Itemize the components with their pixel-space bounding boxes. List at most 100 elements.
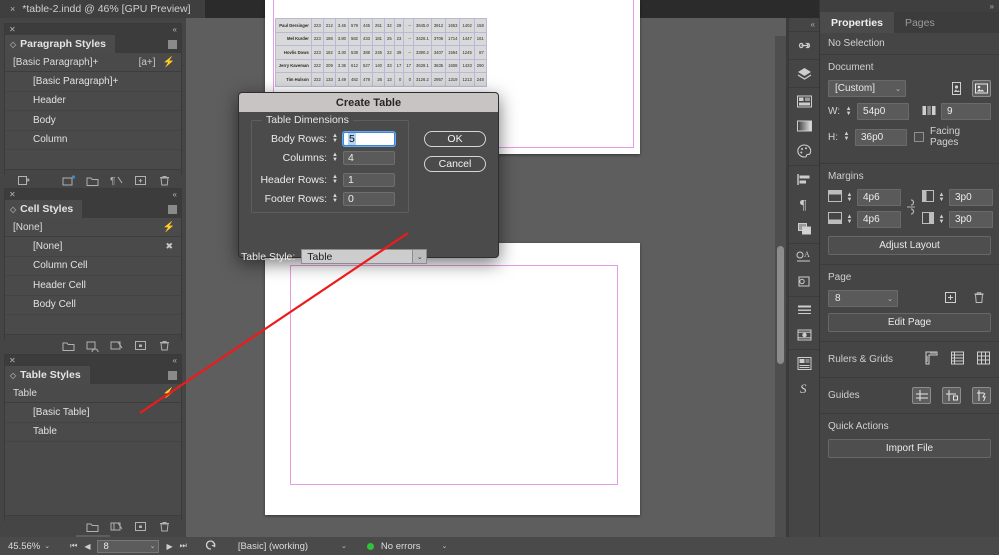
baseline-grid-icon[interactable] [950,351,965,368]
cell-styles-list[interactable]: [None] ✖ Column Cell Header Cell Body Ce… [5,237,181,315]
cancel-button[interactable]: Cancel [424,156,486,172]
width-stepper[interactable]: ▲▼ [844,104,853,119]
columns-input[interactable]: 4 [343,151,395,165]
margin-bottom-stepper[interactable]: ▲▼ [845,212,854,227]
panel-menu-icon[interactable] [168,40,177,49]
panel-menu-icon[interactable] [168,371,177,380]
properties-collapse-icon[interactable]: » [820,0,999,12]
close-icon[interactable]: ✕ [9,356,16,365]
footer-rows-input[interactable]: 0 [343,192,395,206]
pathfinder-icon[interactable] [795,220,813,238]
chevron-down-icon[interactable]: ⌄ [413,249,427,264]
delete-style-icon[interactable] [158,339,171,352]
tab-properties[interactable]: Properties [820,12,894,33]
new-group-icon[interactable] [62,339,75,352]
table-style-select[interactable]: Table [301,249,413,264]
links-icon[interactable] [795,36,813,54]
columns-stepper[interactable]: ▲▼ [330,151,340,165]
workspace-chevron-down-icon[interactable]: ⌄ [341,542,347,550]
delete-style-icon[interactable] [158,520,171,533]
chevron-down-icon[interactable]: ⌄ [150,542,156,550]
header-rows-stepper[interactable]: ▲▼ [330,173,340,187]
close-icon[interactable]: × [10,5,15,14]
quick-apply-icon[interactable]: ⚡ [163,388,175,399]
margin-left-stepper[interactable]: ▲▼ [937,190,946,205]
margin-right-stepper[interactable]: ▲▼ [937,212,946,227]
clear-overrides-icon[interactable] [110,339,123,352]
quick-apply-icon[interactable]: ⚡ [163,222,175,233]
tab-table-styles[interactable]: ◇ Table Styles [5,366,90,384]
first-page-button[interactable]: ⏮ [70,541,77,551]
clear-attributes-icon[interactable] [86,339,99,352]
swatches-icon[interactable] [795,92,813,110]
table-styles-list[interactable]: [Basic Table] Table [5,403,181,442]
clear-overrides-icon[interactable]: ¶ [110,174,123,187]
document-preset-select[interactable]: [Custom] ⌄ [828,80,906,97]
lock-guides-icon[interactable] [942,387,961,404]
rail-collapse-icon[interactable]: « [789,18,819,31]
effects-icon[interactable] [795,326,813,344]
list-item[interactable]: Column [5,131,181,151]
create-style-from-selection-icon[interactable] [62,174,75,187]
panel-menu-icon[interactable] [168,205,177,214]
list-item[interactable]: Table [5,423,181,443]
vertical-scrollbar[interactable] [775,36,786,543]
zoom-control[interactable]: 45.56% ⌄ [8,541,50,552]
rulers-icon[interactable] [924,351,939,368]
chevron-down-icon[interactable]: ⌄ [44,542,50,550]
height-stepper[interactable]: ▲▼ [842,130,851,145]
layers-icon[interactable] [795,64,813,82]
list-item[interactable]: [None] ✖ [5,237,181,257]
document-grid-icon[interactable] [976,351,991,368]
last-page-button[interactable]: ⏭ [180,541,187,551]
tab-paragraph-styles[interactable]: ◇ Paragraph Styles [5,35,115,53]
close-icon[interactable]: ✕ [9,25,16,34]
facing-pages-checkbox[interactable] [914,132,924,142]
document-tab[interactable]: × *table-2.indd @ 46% [GPU Preview] [0,0,205,18]
height-field[interactable]: 36p0 [855,129,907,146]
tab-pages[interactable]: Pages [894,12,946,33]
width-field[interactable]: 54p0 [857,103,909,120]
object-styles-icon[interactable] [795,273,813,291]
add-page-icon[interactable] [944,291,957,307]
portrait-icon[interactable] [947,80,966,97]
margin-right-field[interactable]: 3p0 [949,211,993,228]
margin-bottom-field[interactable]: 4p6 [857,211,901,228]
header-rows-input[interactable]: 1 [343,173,395,187]
edit-page-button[interactable]: Edit Page [828,313,991,332]
show-guides-icon[interactable] [912,387,931,404]
article-icon[interactable] [795,354,813,372]
margin-top-field[interactable]: 4p6 [857,189,901,206]
list-item[interactable]: Header Cell [5,276,181,296]
gradient-icon[interactable] [795,117,813,135]
cc-libraries-icon[interactable]: S [795,379,813,397]
list-item[interactable]: Header [5,92,181,112]
body-rows-stepper[interactable]: ▲▼ [330,132,340,146]
new-style-icon[interactable] [134,520,147,533]
ok-button[interactable]: OK [424,131,486,147]
list-item[interactable]: Column Cell [5,257,181,277]
new-style-icon[interactable] [134,339,147,352]
page-spread-bottom[interactable] [265,243,640,515]
list-item[interactable]: Body Cell [5,296,181,316]
collapse-icon[interactable]: « [173,356,177,365]
delete-style-icon[interactable] [158,174,171,187]
vertical-scrollbar-thumb[interactable] [777,246,784,364]
new-group-icon[interactable] [86,520,99,533]
new-style-icon[interactable] [134,174,147,187]
close-icon[interactable]: ✕ [9,190,16,199]
adjust-layout-button[interactable]: Adjust Layout [828,236,991,255]
prev-page-button[interactable]: ◀ [84,542,90,551]
trash-icon[interactable] [973,291,985,307]
list-item[interactable]: [Basic Table] [5,403,181,423]
text-wrap-icon[interactable]: A [795,248,813,266]
new-group-icon[interactable] [86,174,99,187]
footer-rows-stepper[interactable]: ▲▼ [330,192,340,206]
stroke-icon[interactable] [795,301,813,319]
page-select[interactable]: 8 ⌄ [828,290,898,307]
collapse-icon[interactable]: « [173,190,177,199]
paragraph-styles-list[interactable]: [Basic Paragraph]+ Header Body Column [5,72,181,150]
paragraph-icon[interactable]: ¶ [795,195,813,213]
margin-top-stepper[interactable]: ▲▼ [845,190,854,205]
tab-cell-styles[interactable]: ◇ Cell Styles [5,200,82,218]
